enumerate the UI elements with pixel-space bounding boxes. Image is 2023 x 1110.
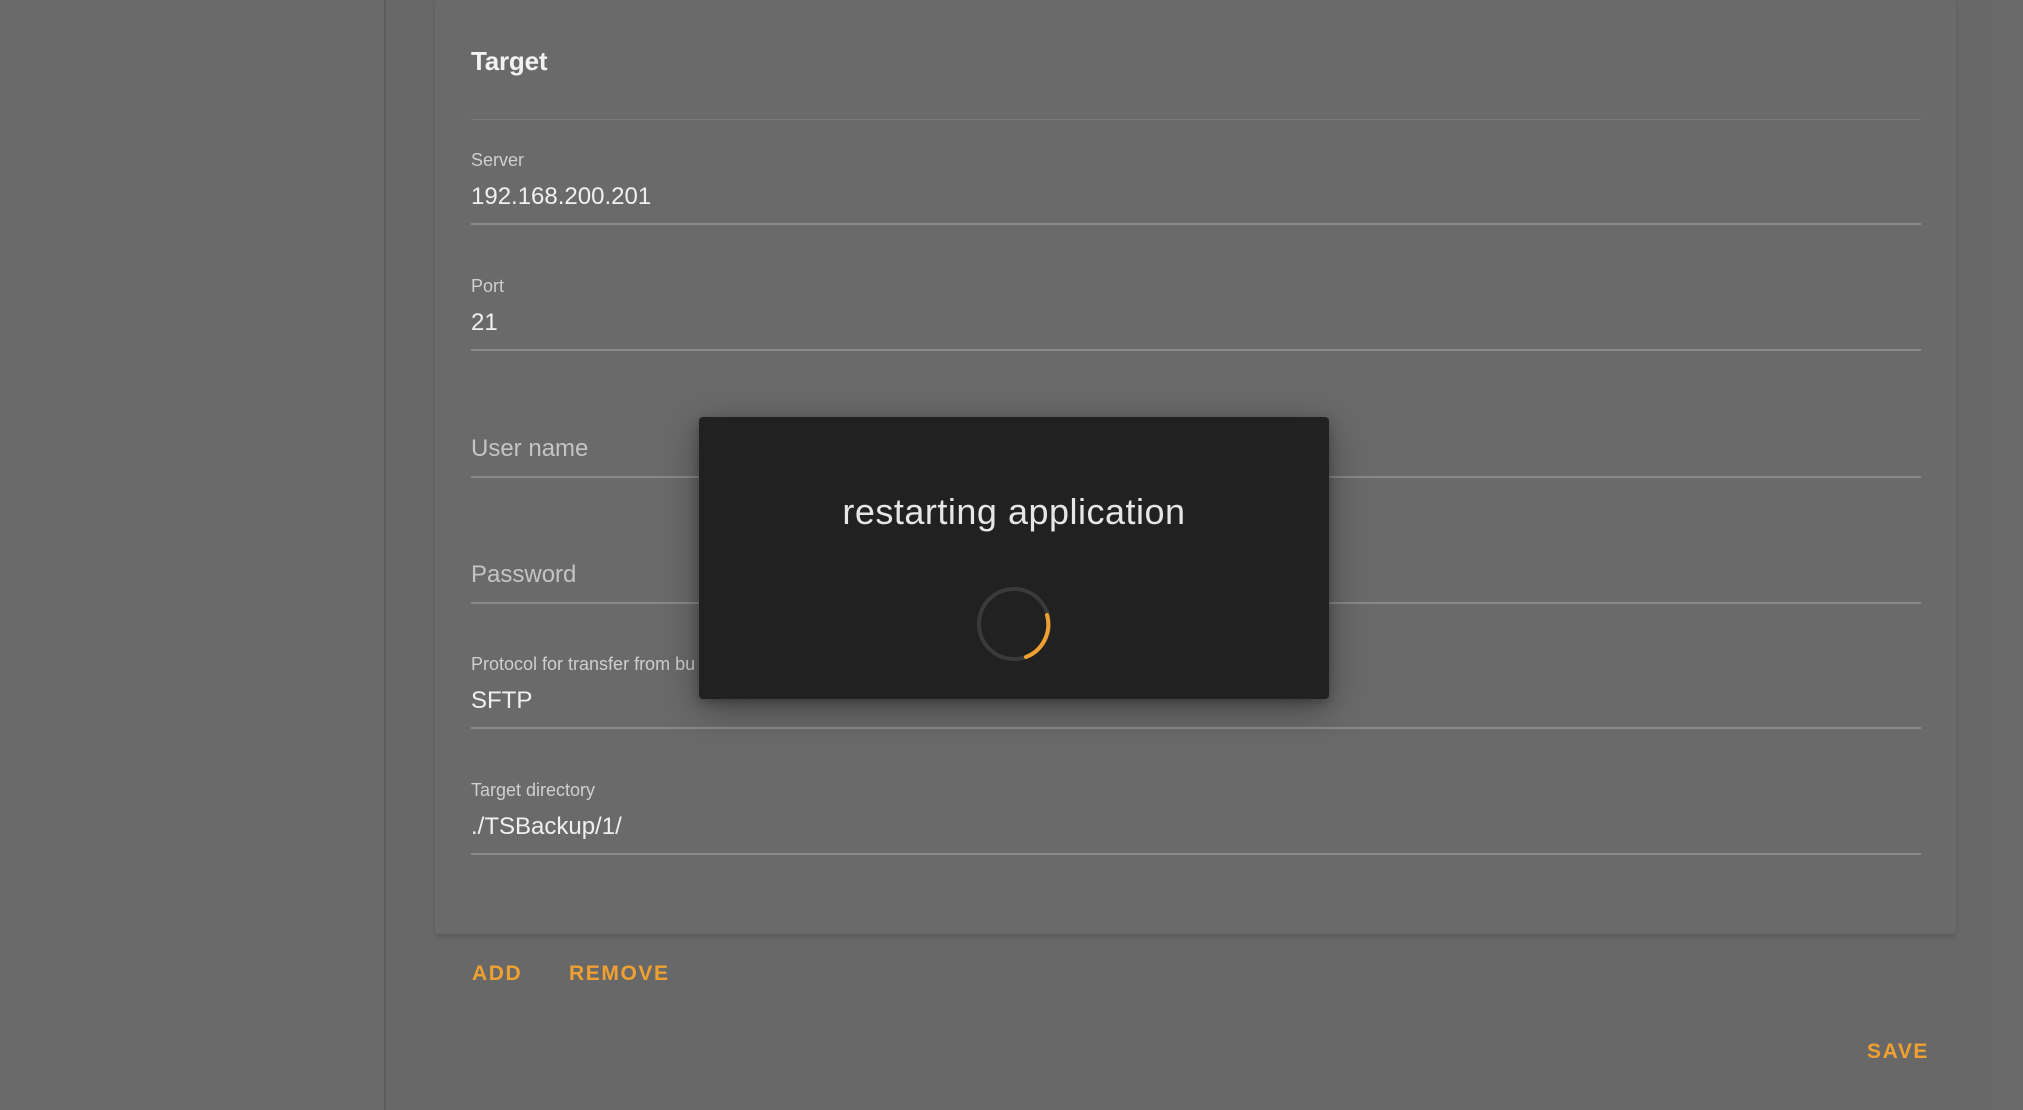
restarting-dialog: restarting application bbox=[699, 417, 1329, 699]
remove-button[interactable]: REMOVE bbox=[569, 962, 670, 986]
port-label: Port bbox=[471, 276, 505, 296]
right-gutter bbox=[1992, 0, 2023, 1110]
server-label: Server bbox=[471, 150, 525, 170]
title-divider bbox=[471, 119, 1921, 120]
server-value[interactable]: 192.168.200.201 bbox=[471, 183, 651, 211]
save-button[interactable]: SAVE bbox=[1867, 1040, 1929, 1064]
protocol-label: Protocol for transfer from bu bbox=[471, 654, 696, 674]
server-field[interactable]: Server 192.168.200.201 bbox=[471, 150, 1921, 225]
protocol-value[interactable]: SFTP bbox=[471, 687, 532, 715]
target-directory-label: Target directory bbox=[471, 780, 596, 800]
password-placeholder: Password bbox=[471, 561, 577, 588]
dialog-message: restarting application bbox=[842, 491, 1186, 532]
card-title: Target bbox=[471, 46, 548, 76]
add-button[interactable]: ADD bbox=[472, 962, 522, 986]
sidebar bbox=[0, 0, 386, 1110]
port-field[interactable]: Port 21 bbox=[471, 276, 1921, 351]
username-placeholder: User name bbox=[471, 435, 589, 462]
target-directory-value[interactable]: ./TSBackup/1/ bbox=[471, 813, 622, 841]
target-directory-field[interactable]: Target directory ./TSBackup/1/ bbox=[471, 780, 1921, 855]
port-value[interactable]: 21 bbox=[471, 309, 498, 337]
spinner-icon bbox=[977, 587, 1051, 661]
